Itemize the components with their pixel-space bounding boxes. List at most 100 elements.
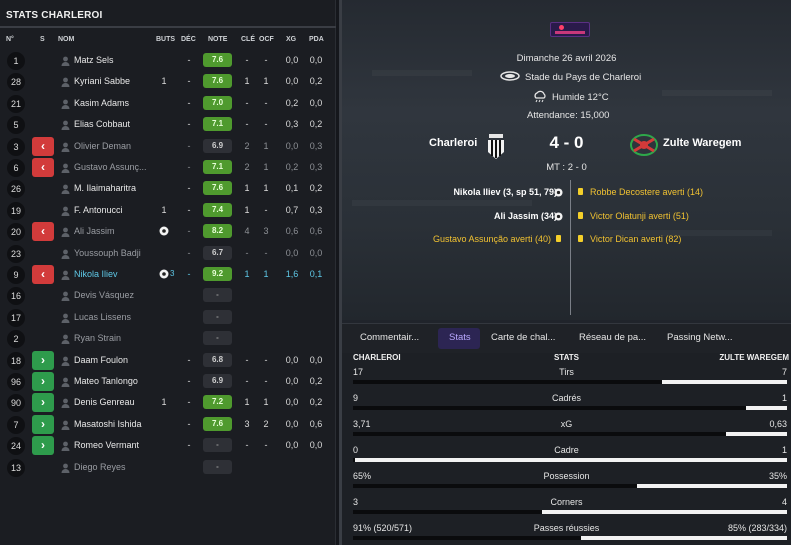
player-name[interactable]: Diego Reyes bbox=[74, 462, 126, 472]
tab-pass-network-fr[interactable]: Réseau de pa... bbox=[579, 332, 646, 343]
decisive: - bbox=[187, 269, 191, 279]
col-header-goals[interactable]: BUTS bbox=[156, 36, 175, 43]
table-row[interactable]: 24 › Romeo Vermant - - - - 0,0 0,0 bbox=[0, 435, 336, 456]
player-name[interactable]: Ryan Strain bbox=[74, 333, 121, 343]
player-name[interactable]: Daam Foulon bbox=[74, 355, 128, 365]
col-header-name[interactable]: NOM bbox=[58, 36, 74, 43]
key-passes: 2 bbox=[244, 140, 250, 151]
table-row[interactable]: 3 ‹ Olivier Deman - 6.9 2 1 0,0 0,3 bbox=[0, 136, 336, 157]
key-passes: 4 bbox=[244, 226, 250, 237]
table-row[interactable]: 90 › Denis Genreau 1 - 7.2 1 1 0,0 0,2 bbox=[0, 392, 336, 413]
rating-badge: 7.1 bbox=[203, 117, 232, 132]
table-row[interactable]: 6 ‹ Gustavo Assunç... - 7.1 2 1 0,2 0,3 bbox=[0, 157, 336, 178]
stat-away-value: 1 bbox=[781, 393, 787, 403]
table-row[interactable]: 19 F. Antonucci 1 - 7.4 1 - 0,7 0,3 bbox=[0, 200, 336, 221]
table-row[interactable]: 17 Lucas Lissens - bbox=[0, 307, 336, 328]
shirt-number: 19 bbox=[7, 201, 25, 220]
col-header-sub[interactable]: S bbox=[40, 36, 45, 43]
expected-goals: 0,0 bbox=[285, 55, 299, 65]
stat-away-value: 4 bbox=[781, 497, 787, 507]
table-row[interactable]: 13 Diego Reyes - bbox=[0, 457, 336, 478]
player-name[interactable]: Devis Vásquez bbox=[74, 290, 134, 300]
decisive: - bbox=[187, 418, 191, 429]
table-row[interactable]: 5 Elias Cobbaut - 7.1 - - 0,3 0,2 bbox=[0, 114, 336, 135]
player-name[interactable]: Matz Sels bbox=[74, 55, 114, 65]
table-row[interactable]: 16 Devis Vásquez - bbox=[0, 285, 336, 306]
player-name[interactable]: Gustavo Assunç... bbox=[74, 162, 147, 172]
weather: Humide 12°C bbox=[552, 92, 609, 103]
chances-created: 1 bbox=[263, 162, 269, 172]
player-name[interactable]: Olivier Deman bbox=[74, 141, 131, 151]
table-row[interactable]: 7 › Masatoshi Ishida - 7.6 3 2 0,0 0,6 bbox=[0, 414, 336, 435]
stat-label: Corners bbox=[550, 497, 583, 507]
stat-bar-away-fill bbox=[662, 380, 787, 384]
substituted-on-icon: › bbox=[32, 393, 54, 413]
rating-badge: 7.6 bbox=[203, 181, 232, 196]
player-name[interactable]: Nikola Iliev bbox=[74, 269, 118, 279]
tab-commentary[interactable]: Commentair... bbox=[360, 332, 419, 343]
table-row[interactable]: 21 Kasim Adams - 7.0 - - 0,2 0,0 bbox=[0, 93, 336, 114]
shirt-number: 13 bbox=[7, 458, 25, 477]
player-name[interactable]: Ali Jassim bbox=[74, 226, 115, 236]
col-header-ocf[interactable]: OCF bbox=[259, 36, 274, 43]
pda-value: 0,2 bbox=[309, 376, 323, 386]
away-team-name[interactable]: Zulte Waregem bbox=[663, 137, 741, 149]
pda-value: 0,0 bbox=[309, 440, 323, 451]
key-passes: 1 bbox=[244, 183, 250, 194]
player-avatar-icon bbox=[61, 334, 70, 345]
tab-heatmap[interactable]: Carte de chal... bbox=[491, 332, 555, 343]
expected-goals: 0,6 bbox=[285, 226, 299, 237]
zulte-waregem-crest-icon bbox=[630, 134, 658, 156]
rating-badge: 7.2 bbox=[203, 395, 232, 410]
player-name[interactable]: Kasim Adams bbox=[74, 98, 129, 108]
stat-row: 0 Cadre 1 bbox=[342, 443, 791, 469]
player-name[interactable]: Kyriani Sabbe bbox=[74, 76, 130, 86]
rating-badge: 7.6 bbox=[203, 53, 232, 67]
tab-stats[interactable]: Stats bbox=[449, 332, 471, 343]
table-row[interactable]: 2 Ryan Strain - bbox=[0, 328, 336, 349]
stat-bar bbox=[353, 380, 787, 384]
attendance: Attendance: 15,000 bbox=[527, 110, 610, 121]
player-name[interactable]: Lucas Lissens bbox=[74, 312, 131, 322]
stat-label: Possession bbox=[543, 471, 590, 481]
key-passes: 1 bbox=[244, 204, 250, 215]
player-name[interactable]: Romeo Vermant bbox=[74, 440, 139, 450]
player-name[interactable]: Mateo Tanlongo bbox=[74, 376, 138, 386]
table-row[interactable]: 9 ‹ Nikola Iliev 3 - 9.2 1 1 1,6 0,1 bbox=[0, 264, 336, 285]
stat-bar bbox=[353, 484, 787, 488]
decisive: - bbox=[187, 397, 191, 408]
player-name[interactable]: F. Antonucci bbox=[74, 205, 123, 215]
table-row[interactable]: 1 Matz Sels - 7.6 - - 0,0 0,0 bbox=[0, 50, 336, 71]
stat-away-value: 0,63 bbox=[769, 419, 787, 429]
table-row[interactable]: 23 Youssouph Badji - 6.7 - - 0,0 0,0 bbox=[0, 243, 336, 264]
col-header-number[interactable]: N° bbox=[6, 36, 14, 43]
shirt-number: 6 bbox=[7, 159, 25, 177]
expected-goals: 1,6 bbox=[285, 269, 299, 279]
col-header-rating[interactable]: NOTE bbox=[208, 36, 227, 43]
yellow-card-icon bbox=[556, 235, 561, 242]
pda-value: 0,3 bbox=[309, 204, 323, 215]
table-row[interactable]: 28 Kyriani Sabbe 1 - 7.6 1 1 0,0 0,2 bbox=[0, 71, 336, 92]
chances-created: - bbox=[264, 440, 268, 451]
col-header-key-passes[interactable]: CLÉ bbox=[241, 36, 255, 43]
player-name[interactable]: M. Ilaimaharitra bbox=[74, 183, 136, 193]
tab-passing-network[interactable]: Passing Netw... bbox=[667, 332, 732, 343]
table-row[interactable]: 18 › Daam Foulon - 6.8 - - 0,0 0,0 bbox=[0, 350, 336, 371]
player-name[interactable]: Youssouph Badji bbox=[74, 248, 141, 258]
player-name[interactable]: Denis Genreau bbox=[74, 397, 135, 407]
shirt-number: 9 bbox=[7, 266, 25, 284]
col-header-dec[interactable]: DÉC bbox=[181, 36, 196, 43]
col-header-pda[interactable]: PDA bbox=[309, 36, 324, 43]
rating-badge: 9.2 bbox=[203, 267, 232, 281]
table-row[interactable]: 96 › Mateo Tanlongo - 6.9 - - 0,0 0,2 bbox=[0, 371, 336, 392]
table-row[interactable]: 20 ‹ Ali Jassim - 8.2 4 3 0,6 0,6 bbox=[0, 221, 336, 242]
stat-label: Tirs bbox=[559, 367, 574, 377]
decisive: - bbox=[187, 140, 191, 151]
expected-goals: 0,1 bbox=[285, 183, 299, 194]
table-row[interactable]: 26 M. Ilaimaharitra - 7.6 1 1 0,1 0,2 bbox=[0, 178, 336, 199]
col-header-xg[interactable]: XG bbox=[286, 36, 296, 43]
player-name[interactable]: Elias Cobbaut bbox=[74, 119, 130, 129]
player-name[interactable]: Masatoshi Ishida bbox=[74, 419, 142, 429]
shirt-number: 20 bbox=[7, 223, 25, 242]
stat-away-value: 1 bbox=[781, 445, 787, 455]
